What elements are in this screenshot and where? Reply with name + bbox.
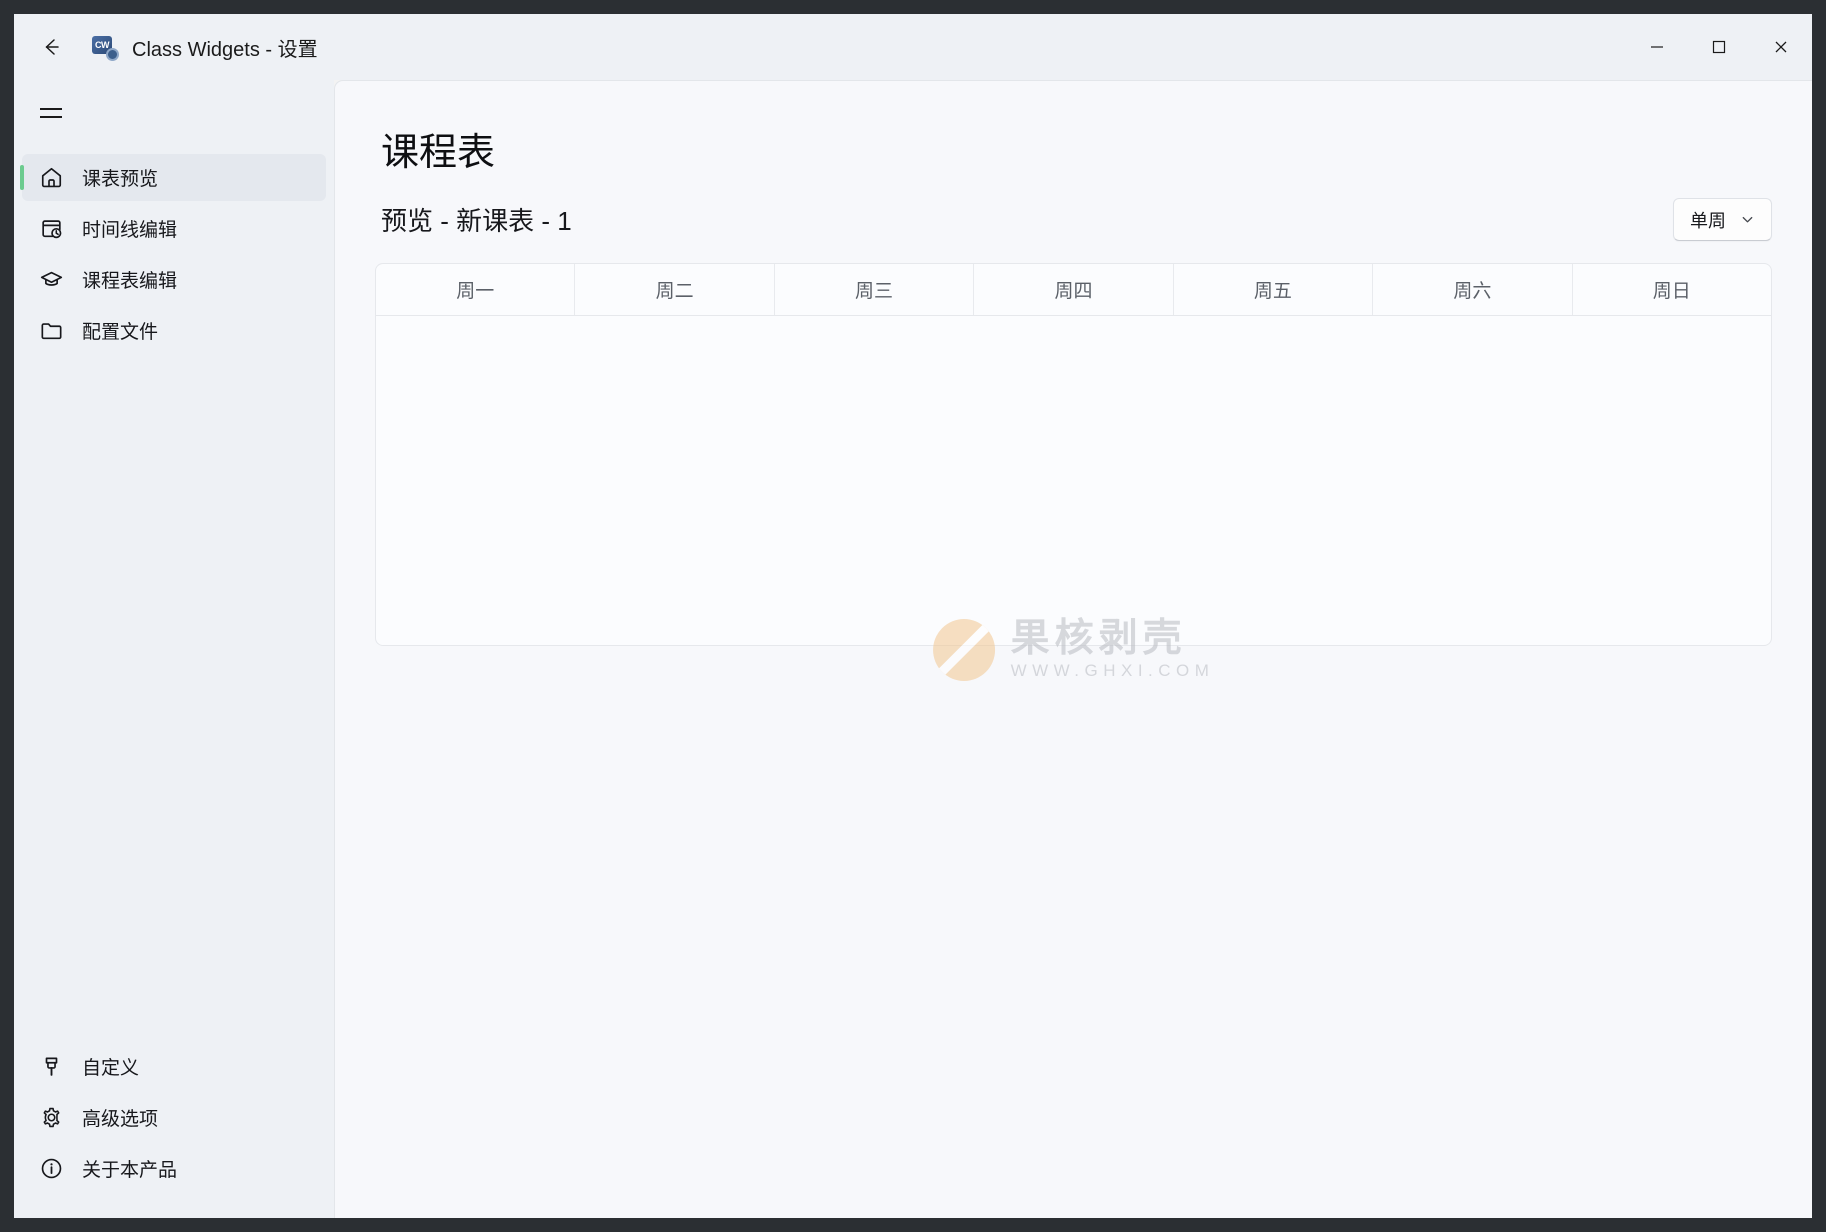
gear-icon <box>36 1103 66 1133</box>
sidebar-item-config-files[interactable]: 配置文件 <box>22 307 326 354</box>
app-icon-gear <box>106 48 119 61</box>
weekday-header-cell[interactable]: 周四 <box>974 264 1173 315</box>
graduation-cap-icon <box>36 265 66 295</box>
window-title: Class Widgets - 设置 <box>132 33 318 62</box>
main-content: 课程表 预览 - 新课表 - 1 单周 周一 周二 周三 周四 周五 <box>334 80 1812 1218</box>
maximize-icon <box>1711 39 1727 55</box>
window-controls <box>1626 14 1812 80</box>
sidebar-item-label: 高级选项 <box>82 1104 158 1131</box>
subheader-row: 预览 - 新课表 - 1 单周 <box>375 198 1772 241</box>
sidebar-primary-nav: 课表预览 时间线编辑 <box>14 152 334 356</box>
sidebar-item-label: 课表预览 <box>82 164 158 191</box>
weekday-header-cell[interactable]: 周日 <box>1573 264 1771 315</box>
weekday-header-row: 周一 周二 周三 周四 周五 周六 周日 <box>376 264 1771 316</box>
sidebar-item-timeline-edit[interactable]: 时间线编辑 <box>22 205 326 252</box>
back-arrow-icon <box>39 35 63 59</box>
sidebar-item-label: 课程表编辑 <box>82 266 177 293</box>
sidebar-item-label: 自定义 <box>82 1053 139 1080</box>
title-bar: CW Class Widgets - 设置 <box>14 14 1812 80</box>
back-button[interactable] <box>28 24 74 70</box>
maximize-button[interactable] <box>1688 14 1750 80</box>
close-button[interactable] <box>1750 14 1812 80</box>
close-icon <box>1773 39 1789 55</box>
window-body: 课表预览 时间线编辑 <box>14 80 1812 1218</box>
hamburger-menu-icon <box>40 108 62 117</box>
sidebar-secondary-nav: 自定义 高级选项 <box>14 1041 334 1194</box>
sidebar-item-label: 关于本产品 <box>82 1155 177 1182</box>
sidebar-item-about[interactable]: 关于本产品 <box>22 1145 326 1192</box>
sidebar-item-schedule-preview[interactable]: 课表预览 <box>22 154 326 201</box>
hamburger-menu-button[interactable] <box>28 90 74 136</box>
class-widgets-icon: CW <box>92 34 118 60</box>
sidebar-item-schedule-edit[interactable]: 课程表编辑 <box>22 256 326 303</box>
schedule-table-card: 周一 周二 周三 周四 周五 周六 周日 <box>375 263 1772 646</box>
watermark-url: WWW.GHXI.COM <box>1011 662 1215 681</box>
chevron-down-icon <box>1740 212 1755 227</box>
page-title: 课程表 <box>381 121 1772 176</box>
schedule-subtitle: 预览 - 新课表 - 1 <box>381 201 572 238</box>
schedule-empty-body <box>376 316 1771 645</box>
sidebar-spacer <box>14 356 334 1041</box>
weekday-header-cell[interactable]: 周五 <box>1174 264 1373 315</box>
app-window: CW Class Widgets - 设置 <box>14 14 1812 1218</box>
week-type-value: 单周 <box>1690 207 1726 233</box>
folder-icon <box>36 316 66 346</box>
weekday-header-cell[interactable]: 周二 <box>575 264 774 315</box>
week-type-select[interactable]: 单周 <box>1673 198 1772 241</box>
sidebar-item-advanced-options[interactable]: 高级选项 <box>22 1094 326 1141</box>
calendar-clock-icon <box>36 214 66 244</box>
weekday-header-cell[interactable]: 周三 <box>775 264 974 315</box>
weekday-header-cell[interactable]: 周一 <box>376 264 575 315</box>
minimize-button[interactable] <box>1626 14 1688 80</box>
info-circle-icon <box>36 1154 66 1184</box>
home-icon <box>36 163 66 193</box>
sidebar-item-label: 配置文件 <box>82 317 158 344</box>
sidebar: 课表预览 时间线编辑 <box>14 80 334 1218</box>
minimize-icon <box>1649 39 1665 55</box>
sidebar-item-customize[interactable]: 自定义 <box>22 1043 326 1090</box>
weekday-header-cell[interactable]: 周六 <box>1373 264 1572 315</box>
sidebar-item-label: 时间线编辑 <box>82 215 177 242</box>
paint-brush-icon <box>36 1052 66 1082</box>
